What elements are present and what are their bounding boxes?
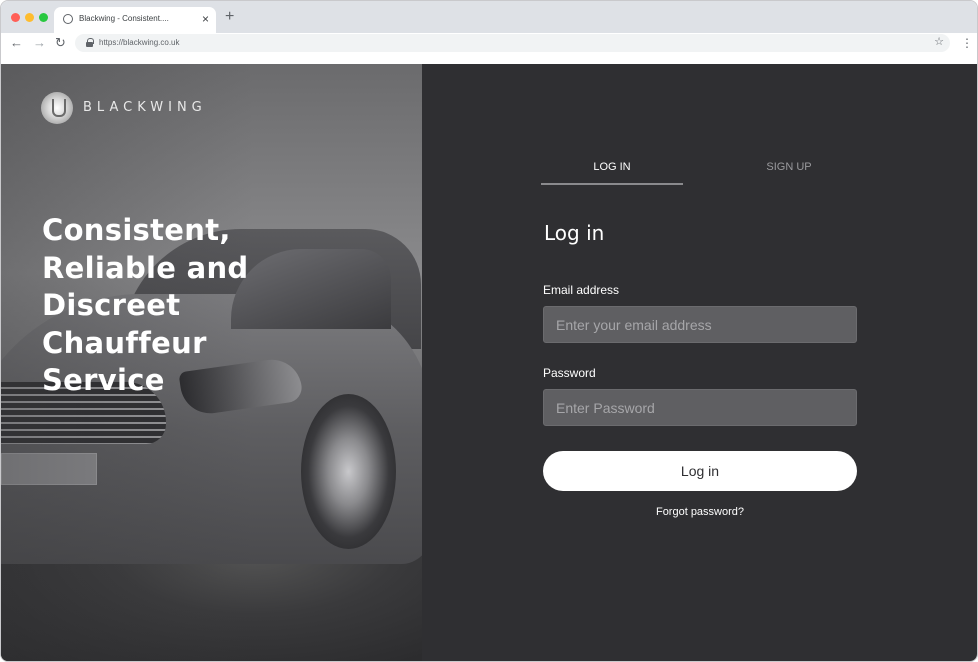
tab-log-in[interactable]: LOG IN [541, 161, 683, 185]
tab-sign-up[interactable]: SIGN UP [718, 161, 860, 185]
password-label: Password [543, 366, 596, 380]
auth-panel: LOG IN SIGN UP Log in Email address Pass… [422, 64, 977, 661]
tab-strip: Blackwing - Consistent.... × + [1, 1, 977, 33]
tab-title: Blackwing - Consistent.... [79, 14, 169, 23]
browser-window: Blackwing - Consistent.... × + ← → ↻ htt… [0, 0, 978, 662]
email-label: Email address [543, 283, 620, 297]
address-bar[interactable]: https://blackwing.co.uk ☆ [75, 34, 950, 52]
forward-button[interactable]: → [33, 35, 46, 51]
maximize-window-button[interactable] [39, 13, 48, 22]
hero-panel: BLACKWING Consistent, Reliable and Discr… [1, 64, 422, 661]
kebab-menu-icon[interactable]: ⋮ [961, 36, 973, 50]
star-icon[interactable]: ☆ [934, 35, 944, 48]
page-content: BLACKWING Consistent, Reliable and Discr… [1, 64, 977, 661]
login-button[interactable]: Log in [543, 451, 857, 491]
hero-tagline: Consistent, Reliable and Discreet Chauff… [42, 213, 249, 397]
browser-tab[interactable]: Blackwing - Consistent.... × [54, 7, 216, 33]
new-tab-button[interactable]: + [225, 9, 234, 25]
password-field[interactable] [543, 389, 857, 426]
email-field[interactable] [543, 306, 857, 343]
minimize-window-button[interactable] [25, 13, 34, 22]
close-window-button[interactable] [11, 13, 20, 22]
globe-icon [63, 14, 73, 24]
brand-name[interactable]: BLACKWING [83, 100, 207, 115]
form-title: Log in [544, 221, 605, 245]
url-text[interactable]: https://blackwing.co.uk [99, 38, 179, 47]
browser-toolbar: ← → ↻ https://blackwing.co.uk ☆ ⋮ [1, 33, 977, 55]
brand-logo-icon[interactable] [41, 92, 73, 124]
lock-icon [86, 38, 94, 47]
reload-button[interactable]: ↻ [55, 35, 66, 51]
back-button[interactable]: ← [10, 35, 23, 51]
forgot-password-link[interactable]: Forgot password? [543, 506, 857, 518]
tab-close-button[interactable]: × [202, 11, 209, 27]
